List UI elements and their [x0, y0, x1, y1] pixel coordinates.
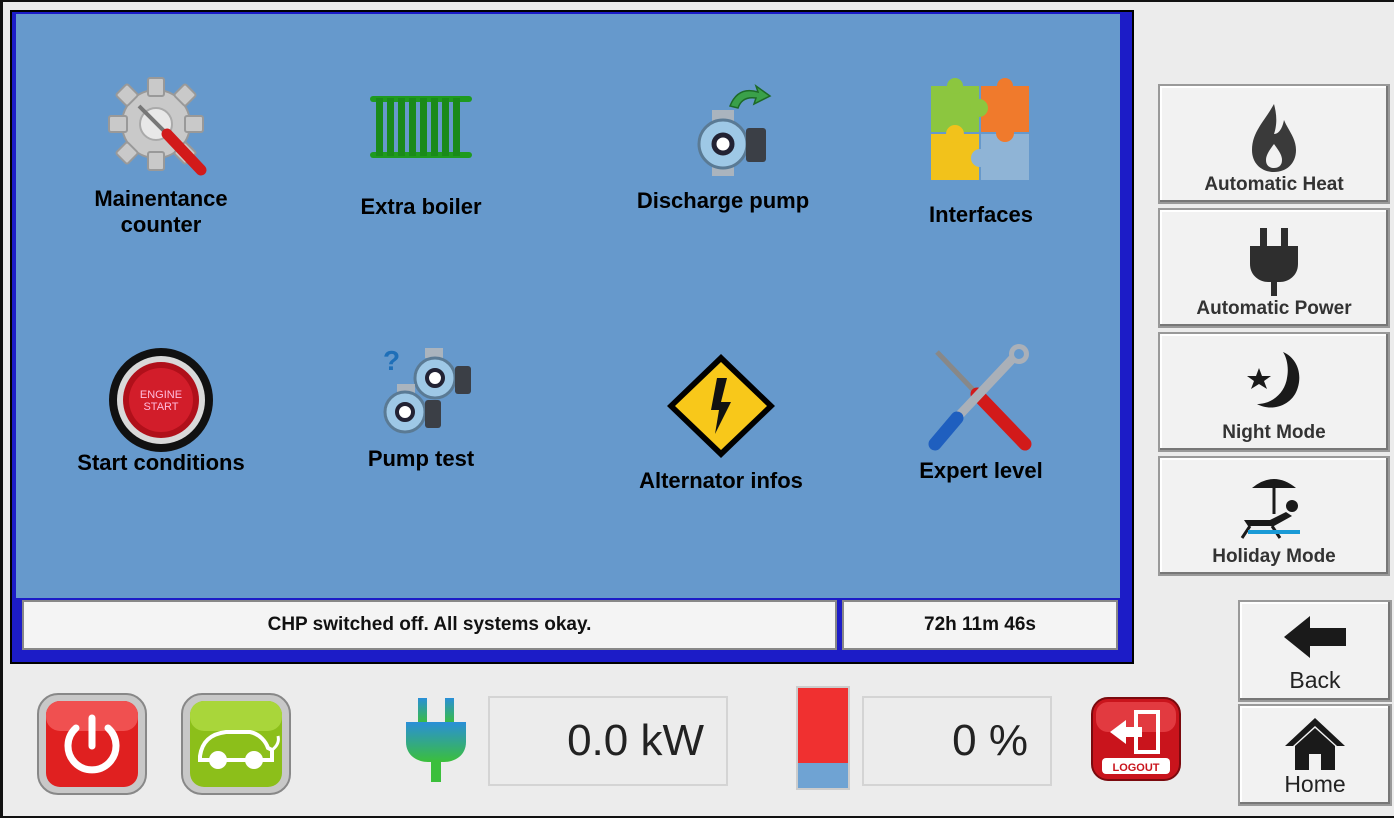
puzzle-icon: [931, 78, 1029, 180]
gear-wrench-icon: [108, 77, 207, 176]
tile-extra-boiler[interactable]: Extra boiler: [306, 90, 536, 220]
home-label: Home: [1284, 771, 1346, 797]
tile-label: Interfaces: [929, 202, 1033, 227]
tile-interfaces[interactable]: Interfaces: [866, 78, 1096, 228]
eco-car-button[interactable]: [180, 692, 292, 801]
power-off-button[interactable]: [36, 692, 148, 801]
engine-start-icon: ENGINE START: [109, 348, 213, 452]
tile-label: Discharge pump: [636, 188, 810, 213]
storage-level-fill: [798, 688, 848, 763]
tile-label: Mainentance counter: [94, 186, 228, 237]
mode-label: Automatic Power: [1196, 298, 1352, 319]
power-output-readout: 0.0 kW: [488, 696, 728, 786]
logout-button[interactable]: LOGOUT: [1090, 696, 1182, 787]
storage-level-gauge: [796, 686, 850, 790]
holiday-mode-button[interactable]: Holiday Mode: [1158, 456, 1390, 576]
back-label: Back: [1289, 667, 1341, 693]
engine-text-line1: ENGINE: [140, 389, 182, 401]
status-bar: CHP switched off. All systems okay. 72h …: [16, 598, 1120, 656]
plug-icon: [1250, 228, 1298, 296]
flame-icon: [1252, 104, 1296, 172]
logout-icon: LOGOUT: [1091, 697, 1181, 781]
runtime-counter: 72h 11m 46s: [842, 600, 1118, 650]
moon-star-icon: [1247, 352, 1300, 408]
radiator-icon: [370, 96, 472, 158]
tile-discharge-pump[interactable]: Discharge pump: [608, 80, 838, 214]
home-icon: [1285, 718, 1345, 770]
tile-start-conditions[interactable]: ENGINE START Start conditions: [46, 344, 276, 476]
status-message: CHP switched off. All systems okay.: [22, 600, 837, 650]
tile-expert-level[interactable]: Expert level: [866, 344, 1096, 484]
tile-label: Alternator infos: [639, 468, 803, 493]
automatic-heat-button[interactable]: Automatic Heat: [1158, 84, 1390, 204]
storage-percent-readout: 0 %: [862, 696, 1052, 786]
night-mode-button[interactable]: Night Mode: [1158, 332, 1390, 452]
back-button[interactable]: Back: [1238, 600, 1392, 702]
mode-label: Holiday Mode: [1212, 546, 1336, 567]
beach-chair-icon: [1240, 479, 1300, 539]
engine-text-line2: START: [143, 401, 178, 413]
electric-car-icon: [181, 693, 291, 795]
electric-plug-icon: [406, 698, 466, 782]
pump-question-icon: ?: [383, 345, 471, 434]
mode-label: Night Mode: [1222, 422, 1326, 443]
tile-label: Expert level: [919, 458, 1043, 483]
svg-text:?: ?: [383, 345, 400, 376]
mode-label: Automatic Heat: [1204, 174, 1344, 195]
tile-pump-test[interactable]: ? Pump test: [306, 344, 536, 472]
tile-label: Extra boiler: [360, 194, 482, 219]
back-arrow-icon: [1284, 616, 1346, 658]
tile-label: Pump test: [367, 446, 475, 471]
high-voltage-icon: [667, 354, 775, 458]
tile-maintenance-counter[interactable]: Mainentance counter: [46, 70, 276, 238]
pump-arrow-icon: [697, 84, 772, 176]
tools-icon: [928, 344, 1032, 451]
power-icon: [37, 693, 147, 795]
automatic-power-button[interactable]: Automatic Power: [1158, 208, 1390, 328]
menu-grid: Mainentance counter Extra boiler Dischar…: [16, 14, 1120, 598]
tile-label: Start conditions: [77, 450, 245, 475]
tile-alternator-infos[interactable]: Alternator infos: [606, 350, 836, 494]
home-button[interactable]: Home: [1238, 704, 1392, 806]
logout-text: LOGOUT: [1112, 762, 1159, 774]
main-panel: Mainentance counter Extra boiler Dischar…: [10, 10, 1134, 664]
